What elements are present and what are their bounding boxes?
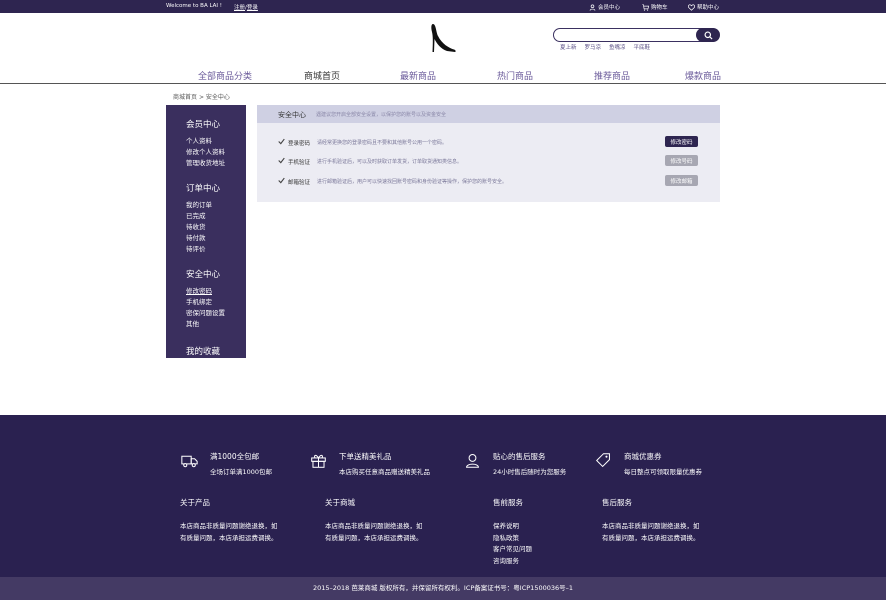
sidebar-item-profile[interactable]: 个人资料	[186, 137, 246, 147]
search-icon	[703, 30, 713, 40]
feature-gift: 下单送精美礼品 本店购买任意商品赠送精美礼品	[310, 451, 430, 476]
user-icon	[589, 3, 596, 11]
nav-newest[interactable]: 最新商品	[400, 69, 436, 82]
main-nav: 全部商品分类 商城首页 最新商品 热门商品 推荐商品 爆款商品	[0, 66, 886, 84]
footer-col-after-sales: 售后服务 本店商品非质量问题谢绝退换，如 有质量问题，本店承担运费调换。	[602, 498, 700, 542]
feature-title: 下单送精美礼品	[339, 452, 392, 461]
sidebar-heading-security[interactable]: 安全中心	[186, 268, 246, 280]
security-panel-header: 安全中心 遇建议您开启全部安全设置，以保护您的账号以及资金安全	[257, 105, 720, 123]
search-button[interactable]	[696, 28, 720, 42]
footer-col-title: 售前服务	[493, 498, 523, 507]
breadcrumb: 商城首页 > 安全中心	[173, 94, 230, 101]
row-description: 进行手机验证后，可以及时获取订单发货，订单取货通知类信息。	[317, 159, 463, 165]
panel-title: 安全中心	[278, 111, 306, 119]
copyright-bar: 2015–2018 芭莱商城 版权所有，并保留所有权利。ICP备案证书号：粤IC…	[0, 577, 886, 600]
footer-link[interactable]: 保养说明	[493, 521, 532, 533]
support-icon	[466, 454, 479, 468]
sidebar-item-change-password[interactable]: 修改密码	[186, 287, 246, 297]
truck-icon	[181, 455, 198, 468]
footer-link[interactable]: 咨询服务	[493, 556, 532, 568]
feature-subtitle: 每日整点可领取限量优惠券	[624, 468, 702, 476]
nav-recommended[interactable]: 推荐商品	[594, 69, 630, 82]
security-row-email: 邮箱验证 进行邮箱验证后，用户可以快速找回账号密码和身份验证等操作，保护您的账号…	[257, 174, 720, 188]
cart-link[interactable]: 购物车	[642, 3, 668, 11]
feature-title: 商城优惠券	[624, 452, 662, 461]
coupon-icon	[595, 453, 610, 468]
checkmark-icon	[278, 157, 285, 164]
account-sidebar: 会员中心 个人资料 修改个人资料 管理收货地址 订单中心 我的订单 已完成 待收…	[166, 105, 246, 358]
panel-subtitle: 遇建议您开启全部安全设置，以保护您的账号以及资金安全	[316, 112, 447, 118]
sidebar-heading-favorites[interactable]: 我的收藏	[186, 345, 246, 357]
cart-icon	[642, 3, 649, 11]
feature-after-sales: 贴心的售后服务 24小时售后随时为您服务	[464, 451, 566, 476]
sidebar-item-to-pay[interactable]: 待付款	[186, 234, 246, 244]
row-label: 邮箱验证	[288, 180, 311, 186]
sidebar-item-completed[interactable]: 已完成	[186, 212, 246, 222]
sidebar-item-to-receive[interactable]: 待收货	[186, 223, 246, 233]
checkmark-icon	[278, 138, 285, 145]
row-description: 进行邮箱验证后，用户可以快速找回账号密码和身份验证等操作，保护您的账号安全。	[317, 179, 508, 185]
sidebar-item-edit-profile[interactable]: 修改个人资料	[186, 148, 246, 158]
gift-icon	[311, 454, 326, 468]
security-row-phone: 手机验证 进行手机验证后，可以及时获取订单发货，订单取货通知类信息。 修改号码	[257, 154, 720, 168]
search-input[interactable]	[553, 28, 719, 42]
sidebar-item-my-orders[interactable]: 我的订单	[186, 201, 246, 211]
sidebar-item-security-questions[interactable]: 密保问题设置	[186, 309, 246, 319]
change-password-button[interactable]: 修改密码	[665, 136, 698, 147]
breadcrumb-home[interactable]: 商城首页	[173, 94, 197, 101]
sidebar-heading-member[interactable]: 会员中心	[186, 118, 246, 130]
security-row-password: 登录密码 请经常更换您的登录密码且不要和其他账号公用一个密码。 修改密码	[257, 135, 720, 149]
top-bar: Welcome to BA LAI ! 注册/登录 会员中心 购物车 帮助中心	[0, 0, 886, 13]
feature-subtitle: 全场订单满1000包邮	[210, 468, 273, 476]
heart-icon	[688, 3, 695, 11]
feature-coupon: 商城优惠券 每日整点可领取限量优惠券	[595, 451, 702, 476]
checkmark-icon	[278, 177, 285, 184]
auth-links: 注册/登录	[234, 5, 258, 11]
footer-col-about-products: 关于产品 本店商品非质量问题谢绝退换，如 有质量问题，本店承担运费调换。	[180, 498, 278, 542]
footer-col-title: 售后服务	[602, 498, 632, 507]
footer-col-pre-sales: 售前服务 保养说明 隐私政策 客户常见问题 咨询服务	[493, 497, 532, 567]
change-phone-button[interactable]: 修改号码	[665, 155, 698, 166]
feature-subtitle: 24小时售后随时为您服务	[493, 468, 567, 476]
footer: 满1000全包邮 全场订单满1000包邮 下单送精美礼品 本店购买任意商品赠送精…	[0, 415, 886, 577]
footer-col-about-mall: 关于商城 本店商品非质量问题谢绝退换，如 有质量问题，本店承担运费调换。	[325, 498, 423, 542]
feature-subtitle: 本店购买任意商品赠送精美礼品	[339, 468, 430, 476]
sidebar-item-phone-binding[interactable]: 手机绑定	[186, 298, 246, 308]
register-link[interactable]: 注册	[234, 5, 245, 11]
login-link[interactable]: 登录	[247, 5, 258, 11]
breadcrumb-current: 安全中心	[205, 94, 230, 101]
footer-col-title: 关于产品	[180, 498, 210, 507]
nav-home[interactable]: 商城首页	[304, 69, 340, 82]
feature-free-shipping: 满1000全包邮 全场订单满1000包邮	[181, 451, 272, 476]
hot-word[interactable]: 夏上新	[560, 43, 577, 51]
row-description: 请经常更换您的登录密码且不要和其他账号公用一个密码。	[317, 140, 448, 146]
feature-title: 贴心的售后服务	[493, 452, 546, 461]
high-heel-logo[interactable]	[427, 22, 457, 54]
footer-link[interactable]: 隐私政策	[493, 533, 532, 545]
hot-search-words: 夏上新 罗马凉 鱼嘴凉 平底鞋	[560, 43, 650, 51]
hot-word[interactable]: 罗马凉	[585, 43, 602, 51]
member-center-link[interactable]: 会员中心	[589, 3, 620, 11]
help-center-link[interactable]: 帮助中心	[688, 3, 719, 11]
feature-title: 满1000全包邮	[210, 452, 260, 461]
sidebar-item-other[interactable]: 其他	[186, 320, 246, 330]
nav-hot[interactable]: 热门商品	[497, 69, 533, 82]
row-label: 手机验证	[288, 160, 311, 166]
change-email-button[interactable]: 修改邮箱	[665, 175, 698, 186]
welcome-text: Welcome to BA LAI !	[166, 3, 222, 9]
hot-word[interactable]: 平底鞋	[634, 43, 651, 51]
row-label: 登录密码	[288, 141, 311, 147]
hot-word[interactable]: 鱼嘴凉	[609, 43, 626, 51]
sidebar-item-to-review[interactable]: 待评价	[186, 245, 246, 255]
nav-all-categories[interactable]: 全部商品分类	[198, 69, 252, 82]
sidebar-heading-orders[interactable]: 订单中心	[186, 182, 246, 194]
footer-link[interactable]: 客户常见问题	[493, 544, 532, 556]
footer-col-title: 关于商城	[325, 498, 355, 507]
nav-bestsellers[interactable]: 爆款商品	[685, 69, 721, 82]
security-panel: 安全中心 遇建议您开启全部安全设置，以保护您的账号以及资金安全 登录密码 请经常…	[257, 105, 720, 202]
sidebar-item-addresses[interactable]: 管理收货地址	[186, 159, 246, 169]
